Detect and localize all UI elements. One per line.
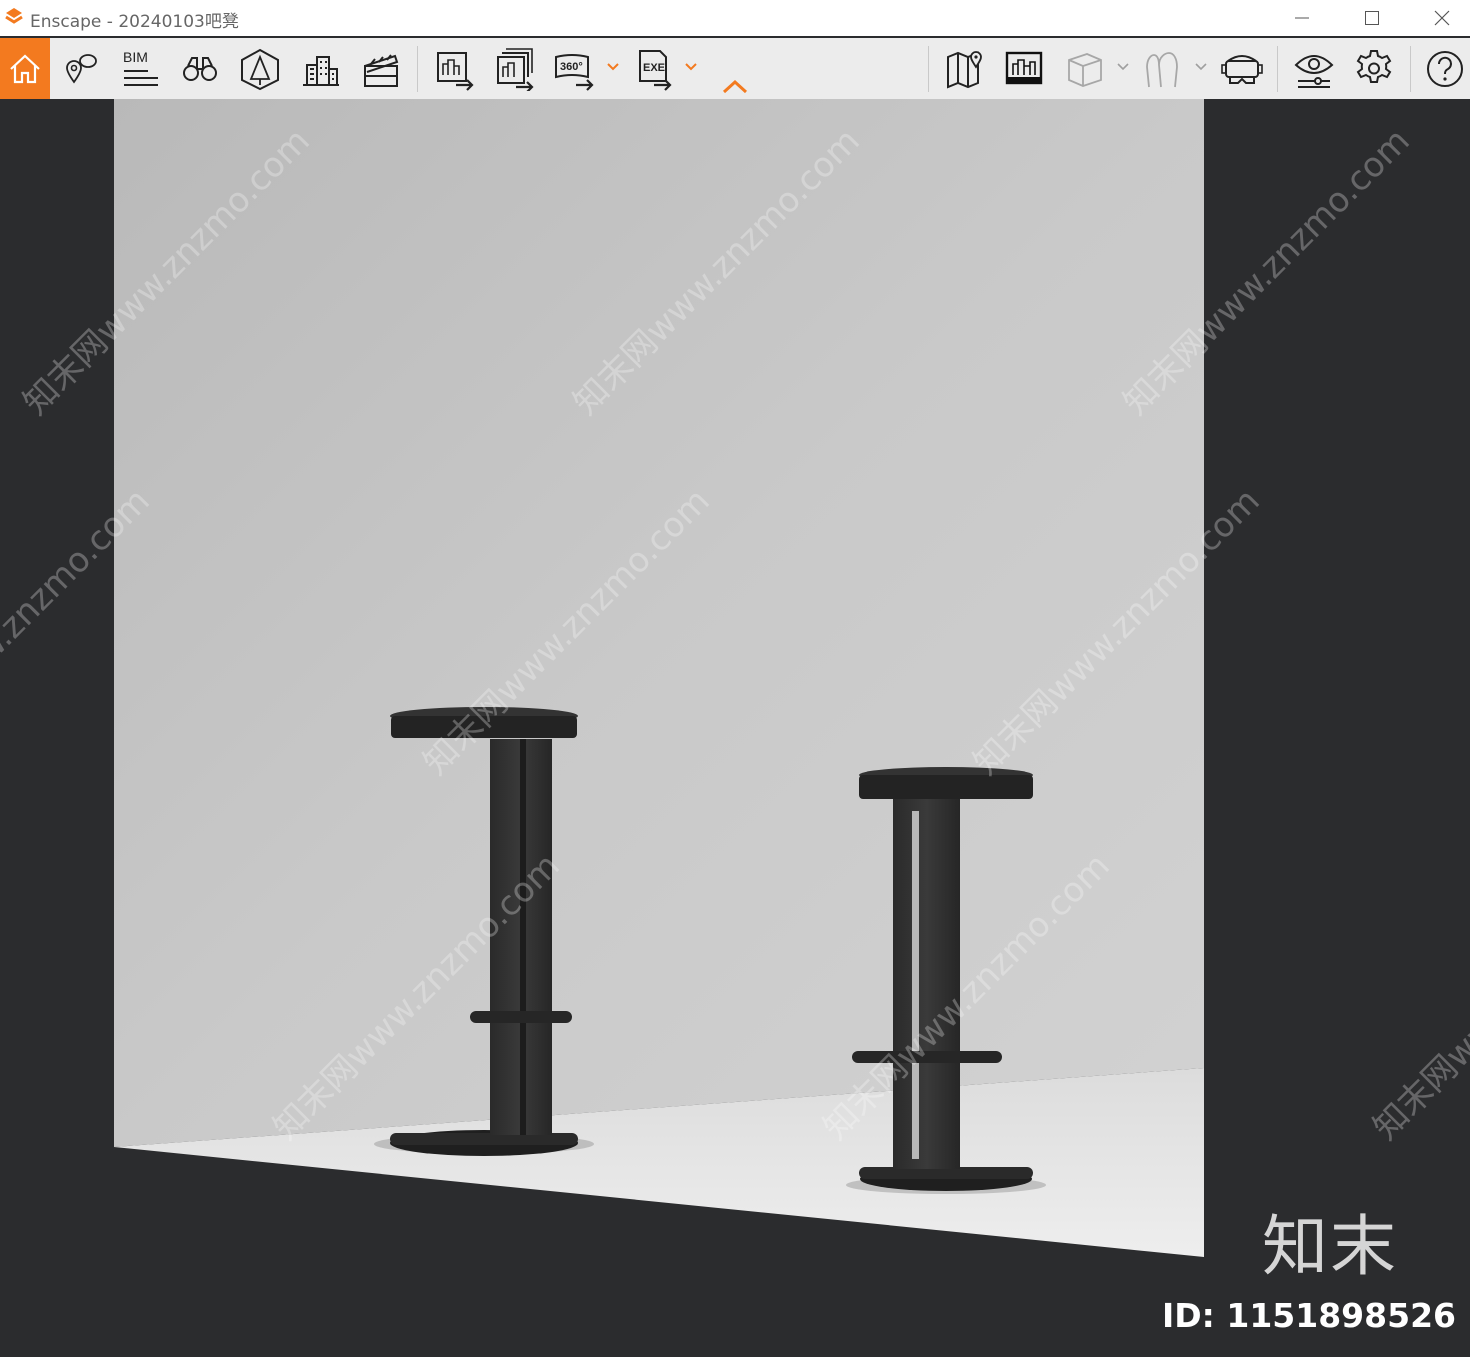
binoculars-icon	[183, 56, 217, 81]
chevron-down-icon[interactable]	[606, 60, 620, 74]
buildings-button[interactable]	[295, 38, 345, 99]
location-button[interactable]	[56, 38, 104, 99]
render-viewport[interactable]: 知末网www.znzmo.com 知末网www.znzmo.com 知末网www…	[0, 99, 1470, 1357]
chevron-down-icon[interactable]	[1194, 60, 1208, 74]
brand-logo-text: 知末	[1262, 1208, 1398, 1285]
help-button[interactable]	[1420, 38, 1470, 99]
bim-button[interactable]: BIM	[115, 38, 163, 99]
bim-icon: BIM	[123, 49, 158, 86]
chevron-down-icon[interactable]	[1116, 60, 1130, 74]
map-icon	[947, 50, 982, 88]
orthographic-icon	[241, 48, 279, 90]
render-360-button[interactable]: 360°	[548, 38, 600, 99]
toolbar-separator	[417, 46, 418, 92]
toolbar-separator	[1410, 46, 1411, 92]
export-exe-button[interactable]: EXE	[630, 38, 680, 99]
walk-mode-button[interactable]	[175, 38, 225, 99]
window-title: Enscape - 20240103吧凳	[30, 12, 239, 32]
toolbar-separator	[928, 46, 929, 92]
batch-render-button[interactable]	[488, 38, 540, 99]
chevron-down-icon[interactable]	[684, 60, 698, 74]
help-icon	[1427, 50, 1463, 87]
orthographic-button[interactable]	[235, 38, 285, 99]
settings-button[interactable]	[1348, 38, 1400, 99]
render-360-label: 360°	[560, 61, 583, 73]
people-icon	[1146, 51, 1178, 87]
maximize-icon	[1365, 11, 1379, 25]
people-button[interactable]	[1138, 38, 1186, 99]
buildings-icon	[303, 55, 339, 86]
image-id-label: ID: 1151898526	[1162, 1296, 1456, 1335]
map-button[interactable]	[938, 38, 990, 99]
maximize-button[interactable]	[1337, 0, 1407, 36]
export-exe-icon: EXE	[639, 49, 672, 91]
vr-headset-button[interactable]	[1216, 38, 1268, 99]
visual-settings-button[interactable]	[1288, 38, 1340, 99]
collapse-icon[interactable]	[722, 79, 748, 95]
video-editor-button[interactable]	[355, 38, 405, 99]
export-exe-label: EXE	[643, 62, 665, 74]
location-icon	[66, 53, 97, 84]
vr-headset-icon	[1221, 54, 1263, 84]
close-icon	[1434, 10, 1450, 26]
clapperboard-icon	[364, 53, 399, 87]
title-bar: Enscape - 20240103吧凳	[0, 0, 1470, 36]
close-button[interactable]	[1407, 0, 1470, 36]
back-wall	[114, 99, 1204, 1147]
enscape-logo-icon	[5, 8, 23, 24]
bim-label: BIM	[123, 49, 148, 65]
asset-library-button[interactable]	[1060, 38, 1108, 99]
minimize-button[interactable]	[1267, 0, 1337, 36]
render-image-icon	[437, 51, 474, 91]
home-button[interactable]	[0, 38, 50, 99]
minimize-icon	[1295, 17, 1309, 19]
settings-gear-icon	[1356, 49, 1392, 83]
render-image-button[interactable]	[428, 38, 480, 99]
home-icon	[10, 53, 40, 83]
box-icon	[1068, 52, 1102, 87]
view-management-button[interactable]	[998, 38, 1050, 99]
toolbar-separator	[1277, 46, 1278, 92]
toolbar: BIM 360° EXE	[0, 38, 1470, 100]
visual-settings-icon	[1294, 54, 1334, 88]
view-management-icon	[1005, 51, 1043, 84]
render-360-icon: 360°	[555, 53, 594, 91]
batch-render-icon	[497, 47, 534, 91]
